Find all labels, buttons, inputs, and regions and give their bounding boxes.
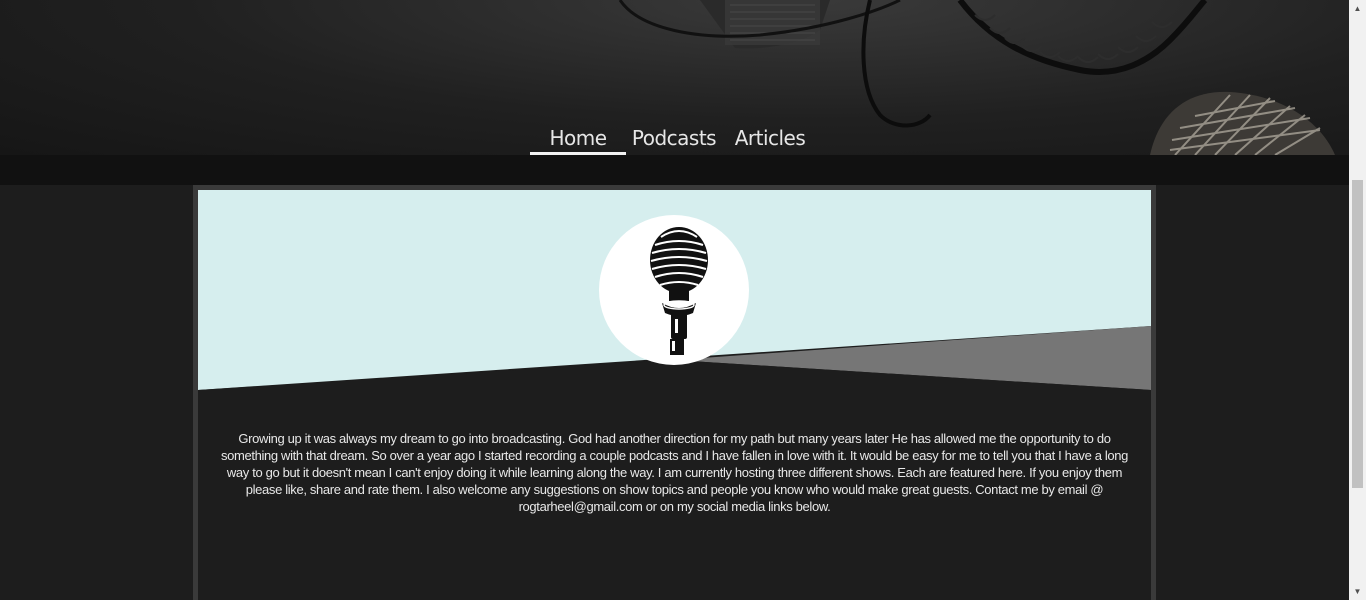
nav-tab-articles[interactable]: Articles [722, 124, 818, 155]
main-nav: Home Podcasts Articles [530, 124, 818, 155]
nav-tab-podcasts[interactable]: Podcasts [626, 124, 722, 155]
microphone-icon [650, 227, 708, 355]
about-card: Growing up it was always my dream to go … [198, 190, 1151, 600]
microphone-logo [599, 215, 749, 365]
scroll-up-arrow-icon[interactable]: ▲ [1349, 0, 1366, 17]
scroll-down-arrow-icon[interactable]: ▼ [1349, 583, 1366, 600]
nav-tab-home[interactable]: Home [530, 124, 626, 155]
header-band [0, 155, 1349, 185]
bio-text: Growing up it was always my dream to go … [220, 431, 1129, 514]
scroll-thumb[interactable] [1352, 180, 1363, 488]
